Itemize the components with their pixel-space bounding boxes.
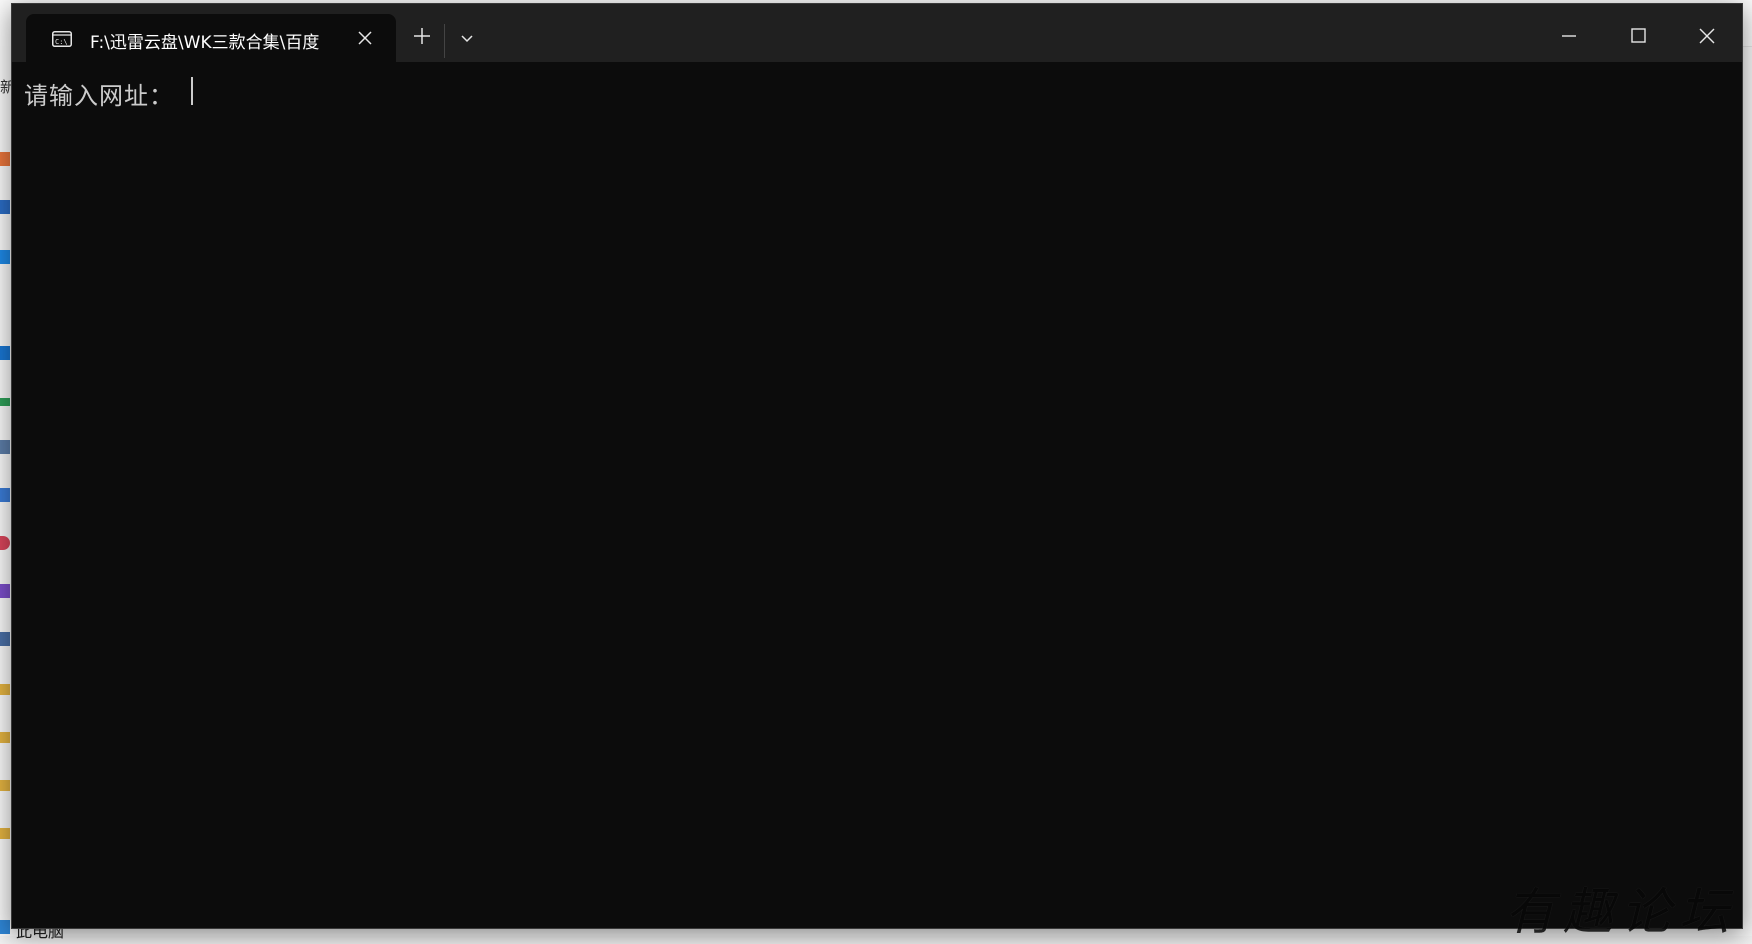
tab-divider (444, 24, 445, 58)
folder-icon (0, 780, 10, 791)
gallery-icon (0, 200, 10, 214)
folder-icon (0, 828, 10, 839)
close-icon[interactable] (356, 29, 374, 47)
network-icon (0, 632, 10, 646)
minimize-icon[interactable] (1549, 16, 1589, 56)
cmd-icon: C:\ (52, 31, 72, 47)
chevron-down-icon[interactable] (454, 26, 480, 52)
pictures-icon (0, 488, 10, 502)
close-window-icon[interactable] (1687, 16, 1727, 56)
cloud-icon (0, 250, 10, 264)
desktop-icon (0, 346, 10, 360)
svg-text:C:\: C:\ (55, 38, 68, 46)
url-prompt: 请输入网址： (24, 82, 174, 110)
watermark: 有趣论坛 (1505, 883, 1737, 941)
home-icon (0, 152, 10, 166)
terminal-content[interactable]: 请输入网址： (12, 62, 1742, 928)
download-icon (0, 398, 10, 406)
terminal-window: C:\ F:\迅雷云盘\WK三款合集\百度 请输入网址： (11, 3, 1743, 929)
folder-icon (0, 732, 10, 743)
terminal-tab[interactable]: C:\ F:\迅雷云盘\WK三款合集\百度 (26, 14, 396, 62)
videos-icon (0, 584, 10, 598)
folder-icon (0, 684, 10, 695)
documents-icon (0, 440, 10, 454)
maximize-icon[interactable] (1618, 16, 1658, 56)
this-pc-icon (0, 920, 10, 934)
plus-icon[interactable] (408, 22, 436, 50)
tab-title: F:\迅雷云盘\WK三款合集\百度 (90, 33, 320, 53)
title-bar[interactable]: C:\ F:\迅雷云盘\WK三款合集\百度 (12, 4, 1742, 62)
text-cursor (191, 77, 193, 105)
